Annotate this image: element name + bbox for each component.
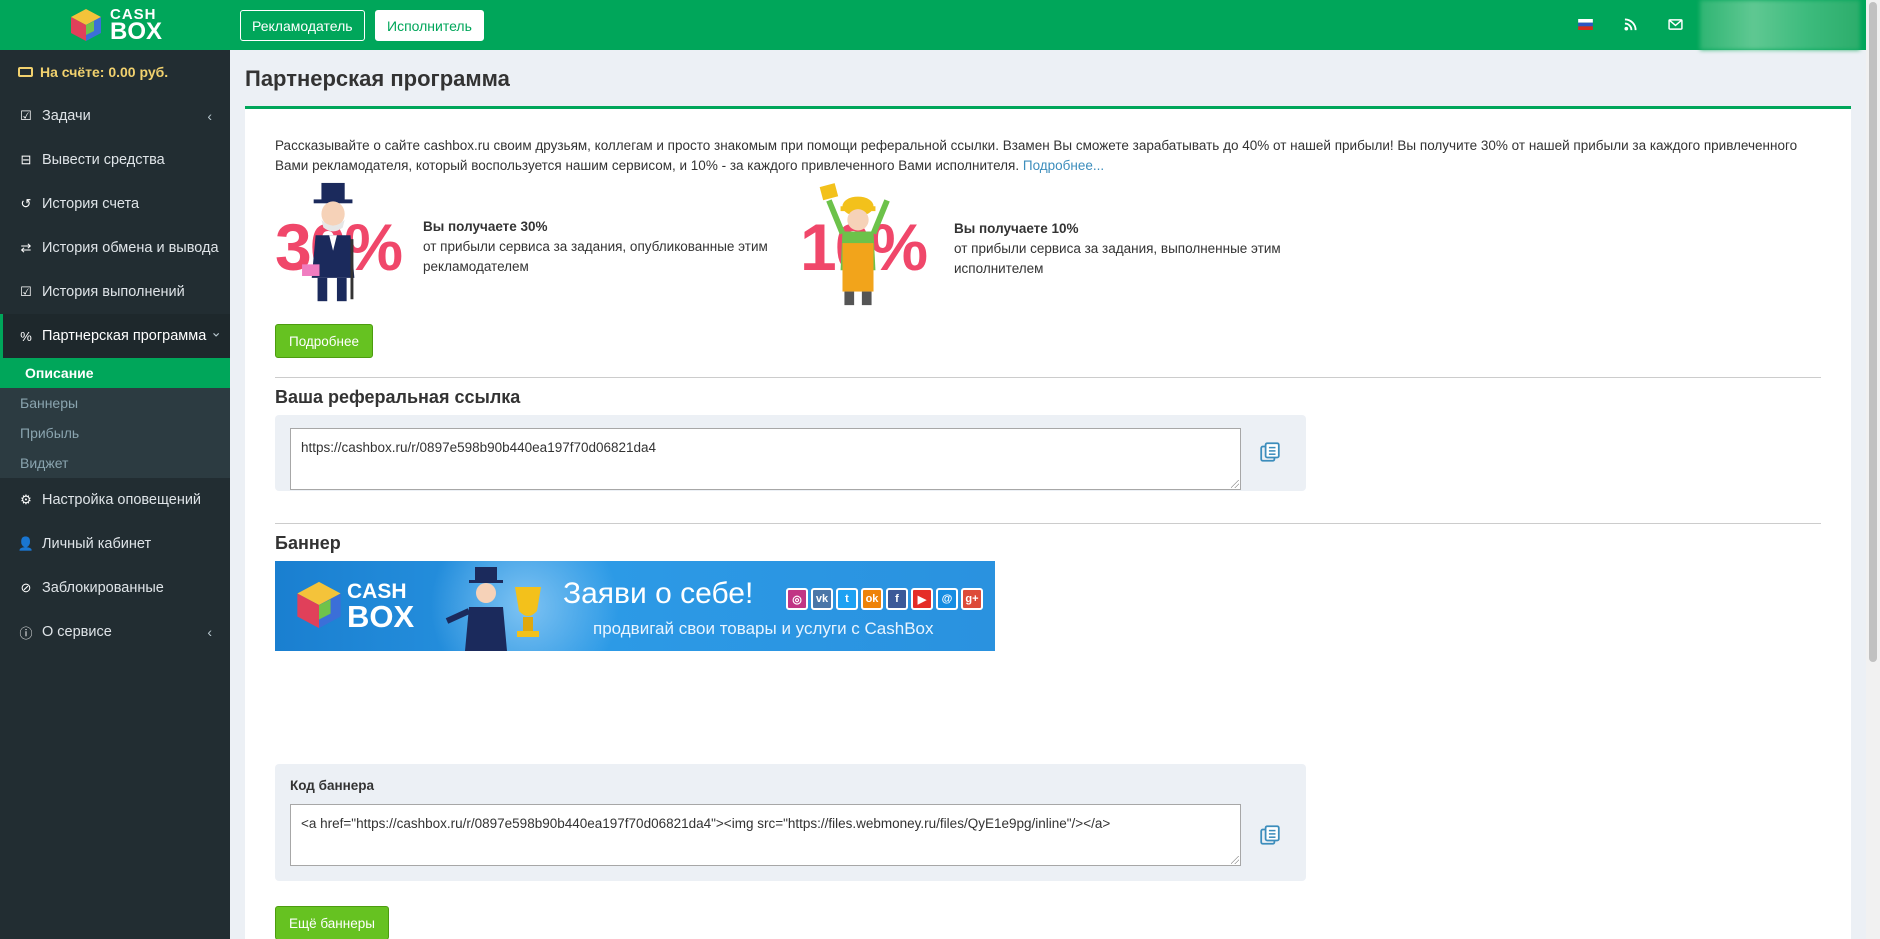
copy-icon[interactable] xyxy=(1259,824,1281,846)
exchange-icon: ⇄ xyxy=(20,240,32,255)
check-square-icon: ☑ xyxy=(20,108,32,123)
promo-advertiser-title: Вы получаете 30% xyxy=(423,219,548,234)
copy-icon[interactable] xyxy=(1259,441,1281,463)
sidebar-item-label: Задачи xyxy=(42,108,91,124)
money-icon xyxy=(18,67,33,77)
facebook-icon: f xyxy=(886,588,908,610)
sidebar-item-notifications[interactable]: ⚙ Настройка оповещений xyxy=(0,478,230,522)
banner-brand-line2: BOX xyxy=(347,599,415,634)
user-menu-avatar[interactable] xyxy=(1700,0,1860,50)
gears-icon: ⚙ xyxy=(20,492,32,507)
envelope-icon[interactable] xyxy=(1665,14,1685,34)
advertiser-button[interactable]: Рекламодатель xyxy=(240,10,365,41)
gentleman-figure-icon xyxy=(302,182,355,302)
sidebar-item-label: История обмена и вывода xyxy=(42,240,219,256)
banner-code-textarea[interactable]: <a href="https://cashbox.ru/r/0897e598b9… xyxy=(290,804,1241,866)
executor-button[interactable]: Исполнитель xyxy=(375,10,484,41)
instagram-icon: ◎ xyxy=(786,588,808,610)
chevron-down-icon: ⌄ xyxy=(210,323,222,340)
promo-executor-text: Вы получаете 10% от прибыли сервиса за з… xyxy=(954,219,1304,279)
youtube-icon: ▶ xyxy=(911,588,933,610)
gentleman-trophy-icon xyxy=(445,567,541,651)
sidebar-item-label: Вывести средства xyxy=(42,152,165,168)
promo-advertiser-desc: от прибыли сервиса за задания, опубликов… xyxy=(423,239,768,274)
content-box: Рассказывайте о сайте cashbox.ru своим д… xyxy=(245,106,1851,939)
sidebar: CASH BOX На счёте: 0.00 руб. ☑ Задачи ‹ … xyxy=(0,0,230,939)
divider xyxy=(275,523,1821,524)
sidebar-item-label: Личный кабинет xyxy=(42,536,152,552)
sidebar-item-tasks[interactable]: ☑ Задачи ‹ xyxy=(0,94,230,138)
info-icon: ⓘ xyxy=(19,625,33,641)
sidebar-item-label: История счета xyxy=(42,196,140,212)
chevron-left-icon: ‹ xyxy=(207,108,212,124)
moimir-icon: @ xyxy=(936,588,958,610)
banner-slogan: Заяви о себе! xyxy=(563,577,754,610)
checklist-icon: ☑ xyxy=(20,284,32,299)
promo-executor: 10% Вы получаете 10% от прибыли сервиса … xyxy=(800,181,1281,311)
sidebar-item-partner-program[interactable]: % Партнерская программа ⌄ xyxy=(0,314,230,358)
banner-title: Баннер xyxy=(275,533,341,553)
submenu-description[interactable]: Описание xyxy=(0,358,230,388)
promo-advertiser: 30% Вы получаете 30% от прибыли сервиса … xyxy=(275,181,768,311)
brand-line2: BOX xyxy=(109,17,162,45)
worker-figure-icon xyxy=(819,183,890,306)
history-icon: ↺ xyxy=(20,196,32,211)
sidebar-item-exchange-history[interactable]: ⇄ История обмена и вывода xyxy=(0,226,230,270)
odnoklassniki-icon: ok xyxy=(861,588,883,610)
app: CASH BOX На счёте: 0.00 руб. ☑ Задачи ‹ … xyxy=(0,0,1880,939)
sidebar-item-label: История выполнений xyxy=(42,284,185,300)
ban-icon: ⊘ xyxy=(20,580,32,595)
referral-panel: https://cashbox.ru/r/0897e598b90b440ea19… xyxy=(275,415,1306,491)
partner-submenu: Описание Баннеры Прибыль Виджет xyxy=(0,358,230,478)
googleplus-icon: g+ xyxy=(961,588,983,610)
divider xyxy=(275,377,1821,378)
user-icon: 👤 xyxy=(17,536,35,551)
brand-wordmark: CASH BOX xyxy=(110,7,162,44)
sidebar-item-label: Партнерская программа xyxy=(42,328,207,344)
twitter-icon: t xyxy=(836,588,858,610)
page-title: Партнерская программа xyxy=(245,66,510,91)
sidebar-item-about[interactable]: ⓘ О сервисе ‹ xyxy=(0,610,230,654)
sidebar-item-label: Заблокированные xyxy=(42,580,164,596)
promo-executor-desc: от прибыли сервиса за задания, выполненн… xyxy=(954,241,1281,276)
balance-text: На счёте: 0.00 руб. xyxy=(40,64,169,80)
more-banners-button[interactable]: Ещё баннеры xyxy=(275,906,389,939)
submenu-widget[interactable]: Виджет xyxy=(0,448,230,478)
sidebar-item-withdraw[interactable]: ⊟ Вывести средства xyxy=(0,138,230,182)
sidebar-item-profile[interactable]: 👤 Личный кабинет xyxy=(0,522,230,566)
submenu-profit[interactable]: Прибыль xyxy=(0,418,230,448)
submenu-banners[interactable]: Баннеры xyxy=(0,388,230,418)
scrollbar[interactable] xyxy=(1866,0,1880,939)
sidebar-item-label: О сервисе xyxy=(42,624,112,640)
scrollbar-thumb[interactable] xyxy=(1869,2,1877,662)
cube-logo-icon xyxy=(297,581,341,629)
cube-logo-icon xyxy=(70,9,101,41)
promo-executor-title: Вы получаете 10% xyxy=(954,221,1079,236)
balance: На счёте: 0.00 руб. xyxy=(0,50,230,94)
sidebar-item-completion-history[interactable]: ☑ История выполнений xyxy=(0,270,230,314)
sidebar-item-blocked[interactable]: ⊘ Заблокированные xyxy=(0,566,230,610)
rss-icon[interactable] xyxy=(1620,14,1640,34)
russia-flag-icon[interactable] xyxy=(1575,14,1595,34)
promo-advertiser-text: Вы получаете 30% от прибыли сервиса за з… xyxy=(423,217,773,277)
minus-square-icon: ⊟ xyxy=(20,152,32,167)
vk-icon: vk xyxy=(811,588,833,610)
sidebar-item-account-history[interactable]: ↺ История счета xyxy=(0,182,230,226)
percent-icon: % xyxy=(20,328,32,344)
logo[interactable]: CASH BOX xyxy=(0,0,230,50)
banner-code-label: Код баннера xyxy=(290,778,375,793)
referral-link-textarea[interactable]: https://cashbox.ru/r/0897e598b90b440ea19… xyxy=(290,428,1241,490)
referral-title: Ваша реферальная ссылка xyxy=(275,387,521,407)
banner-code-panel: Код баннера <a href="https://cashbox.ru/… xyxy=(275,764,1306,881)
main-content: Партнерская программа Рассказывайте о са… xyxy=(230,50,1866,939)
banner-subtitle: продвигай свои товары и услуги с CashBox xyxy=(593,619,934,638)
chevron-left-icon: ‹ xyxy=(207,624,212,640)
topbar: Рекламодатель Исполнитель xyxy=(230,0,1880,50)
sidebar-item-label: Настройка оповещений xyxy=(42,492,202,508)
promo-banner[interactable]: CASH BOX Заяви о себе! продвигай свои то… xyxy=(275,561,995,651)
more-button[interactable]: Подробнее xyxy=(275,324,374,358)
intro-text: Рассказывайте о сайте cashbox.ru своим д… xyxy=(275,136,1815,176)
intro-more-link[interactable]: Подробнее... xyxy=(1023,158,1104,173)
